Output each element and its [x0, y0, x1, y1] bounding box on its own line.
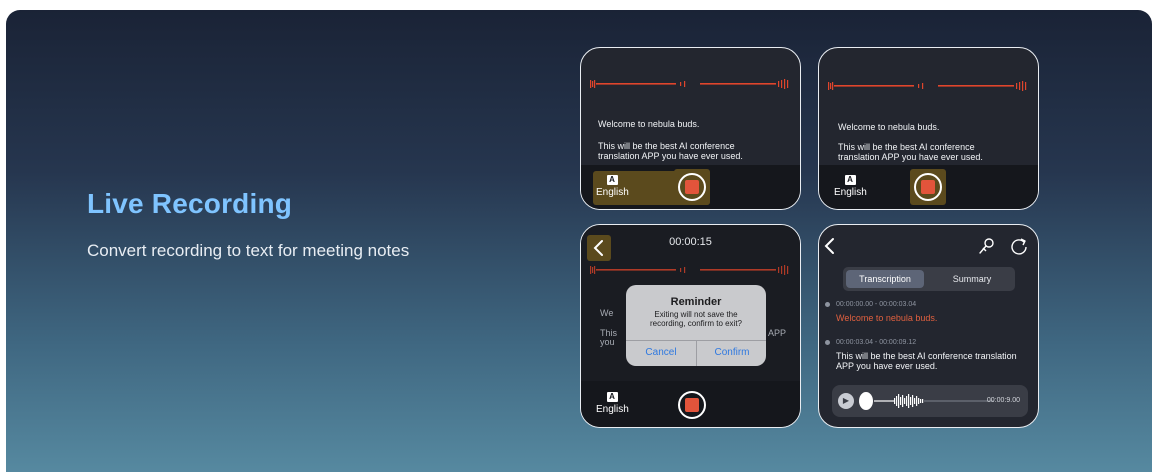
dialog-title: Reminder [670, 296, 722, 308]
bottom-bar: A English [581, 381, 800, 427]
language-label: English [596, 187, 629, 198]
segment-text: This will be the best AI conference tran… [836, 351, 1017, 371]
exit-dialog: Reminder Exiting will not save the recor… [626, 285, 766, 366]
playback-waveform [874, 394, 994, 408]
waveform [828, 81, 1027, 91]
back-icon[interactable] [823, 237, 837, 255]
transcript-line: This will be the best AI conference tran… [838, 142, 983, 162]
tab-transcription[interactable]: Transcription [846, 270, 924, 288]
playback-scrubber[interactable] [859, 392, 873, 410]
dialog-message: Exiting will not save the recording, con… [649, 310, 743, 328]
transcript-fragment: We [600, 308, 614, 318]
share-icon[interactable] [1010, 237, 1028, 255]
screen-recording-a: Welcome to nebula buds. This will be the… [580, 47, 801, 210]
transcript-fragment: APP [768, 328, 787, 338]
language-label: English [596, 404, 629, 415]
stop-recording-button[interactable] [914, 173, 942, 201]
audio-player: ▶ 00:00:9.00 [832, 385, 1028, 417]
transcript-line: This will be the best AI conference tran… [598, 141, 743, 161]
cancel-button[interactable]: Cancel [626, 347, 696, 358]
timeline-dot [825, 302, 830, 307]
translate-icon: A [606, 175, 618, 185]
waveform [590, 79, 789, 89]
language-label: English [834, 187, 867, 198]
playback-duration: 00:00:9.00 [986, 397, 1020, 404]
translate-icon: A [844, 175, 856, 185]
waveform [590, 265, 789, 275]
segment-time: 00:00:03.04 - 00:00:09.12 [836, 339, 917, 346]
segment-text: Welcome to nebula buds. [836, 313, 938, 323]
language-button[interactable]: A English [596, 175, 629, 198]
stop-recording-button[interactable] [678, 391, 706, 419]
confirm-button[interactable]: Confirm [697, 347, 767, 358]
bottom-bar: A English [581, 165, 800, 209]
translate-icon: A [606, 392, 618, 402]
transcript-line: Welcome to nebula buds. [598, 119, 700, 129]
feature-subtitle: Convert recording to text for meeting no… [87, 241, 410, 260]
bottom-bar: A English [819, 165, 1038, 209]
timeline-dot [825, 340, 830, 345]
tab-switcher: Transcription Summary [843, 267, 1015, 291]
screen-transcription: Transcription Summary 00:00:00.00 - 00:0… [818, 224, 1039, 428]
feature-title: Live Recording [87, 188, 293, 219]
language-button[interactable]: A English [834, 175, 867, 198]
screen-exit-confirm: 00:00:15 We This you APP Reminder Exitin… [580, 224, 801, 428]
language-button[interactable]: A English [596, 392, 629, 415]
recording-timer: 00:00:15 [669, 236, 712, 248]
stop-recording-button[interactable] [678, 173, 706, 201]
transcript-line: Welcome to nebula buds. [838, 122, 940, 132]
screen-recording-b: Welcome to nebula buds. This will be the… [818, 47, 1039, 210]
play-icon[interactable]: ▶ [838, 393, 854, 409]
tab-summary[interactable]: Summary [933, 270, 1011, 288]
speaker-icon[interactable] [978, 237, 996, 255]
segment-time: 00:00:00.00 - 00:00:03.04 [836, 301, 917, 308]
transcript-fragment: you [600, 337, 615, 347]
